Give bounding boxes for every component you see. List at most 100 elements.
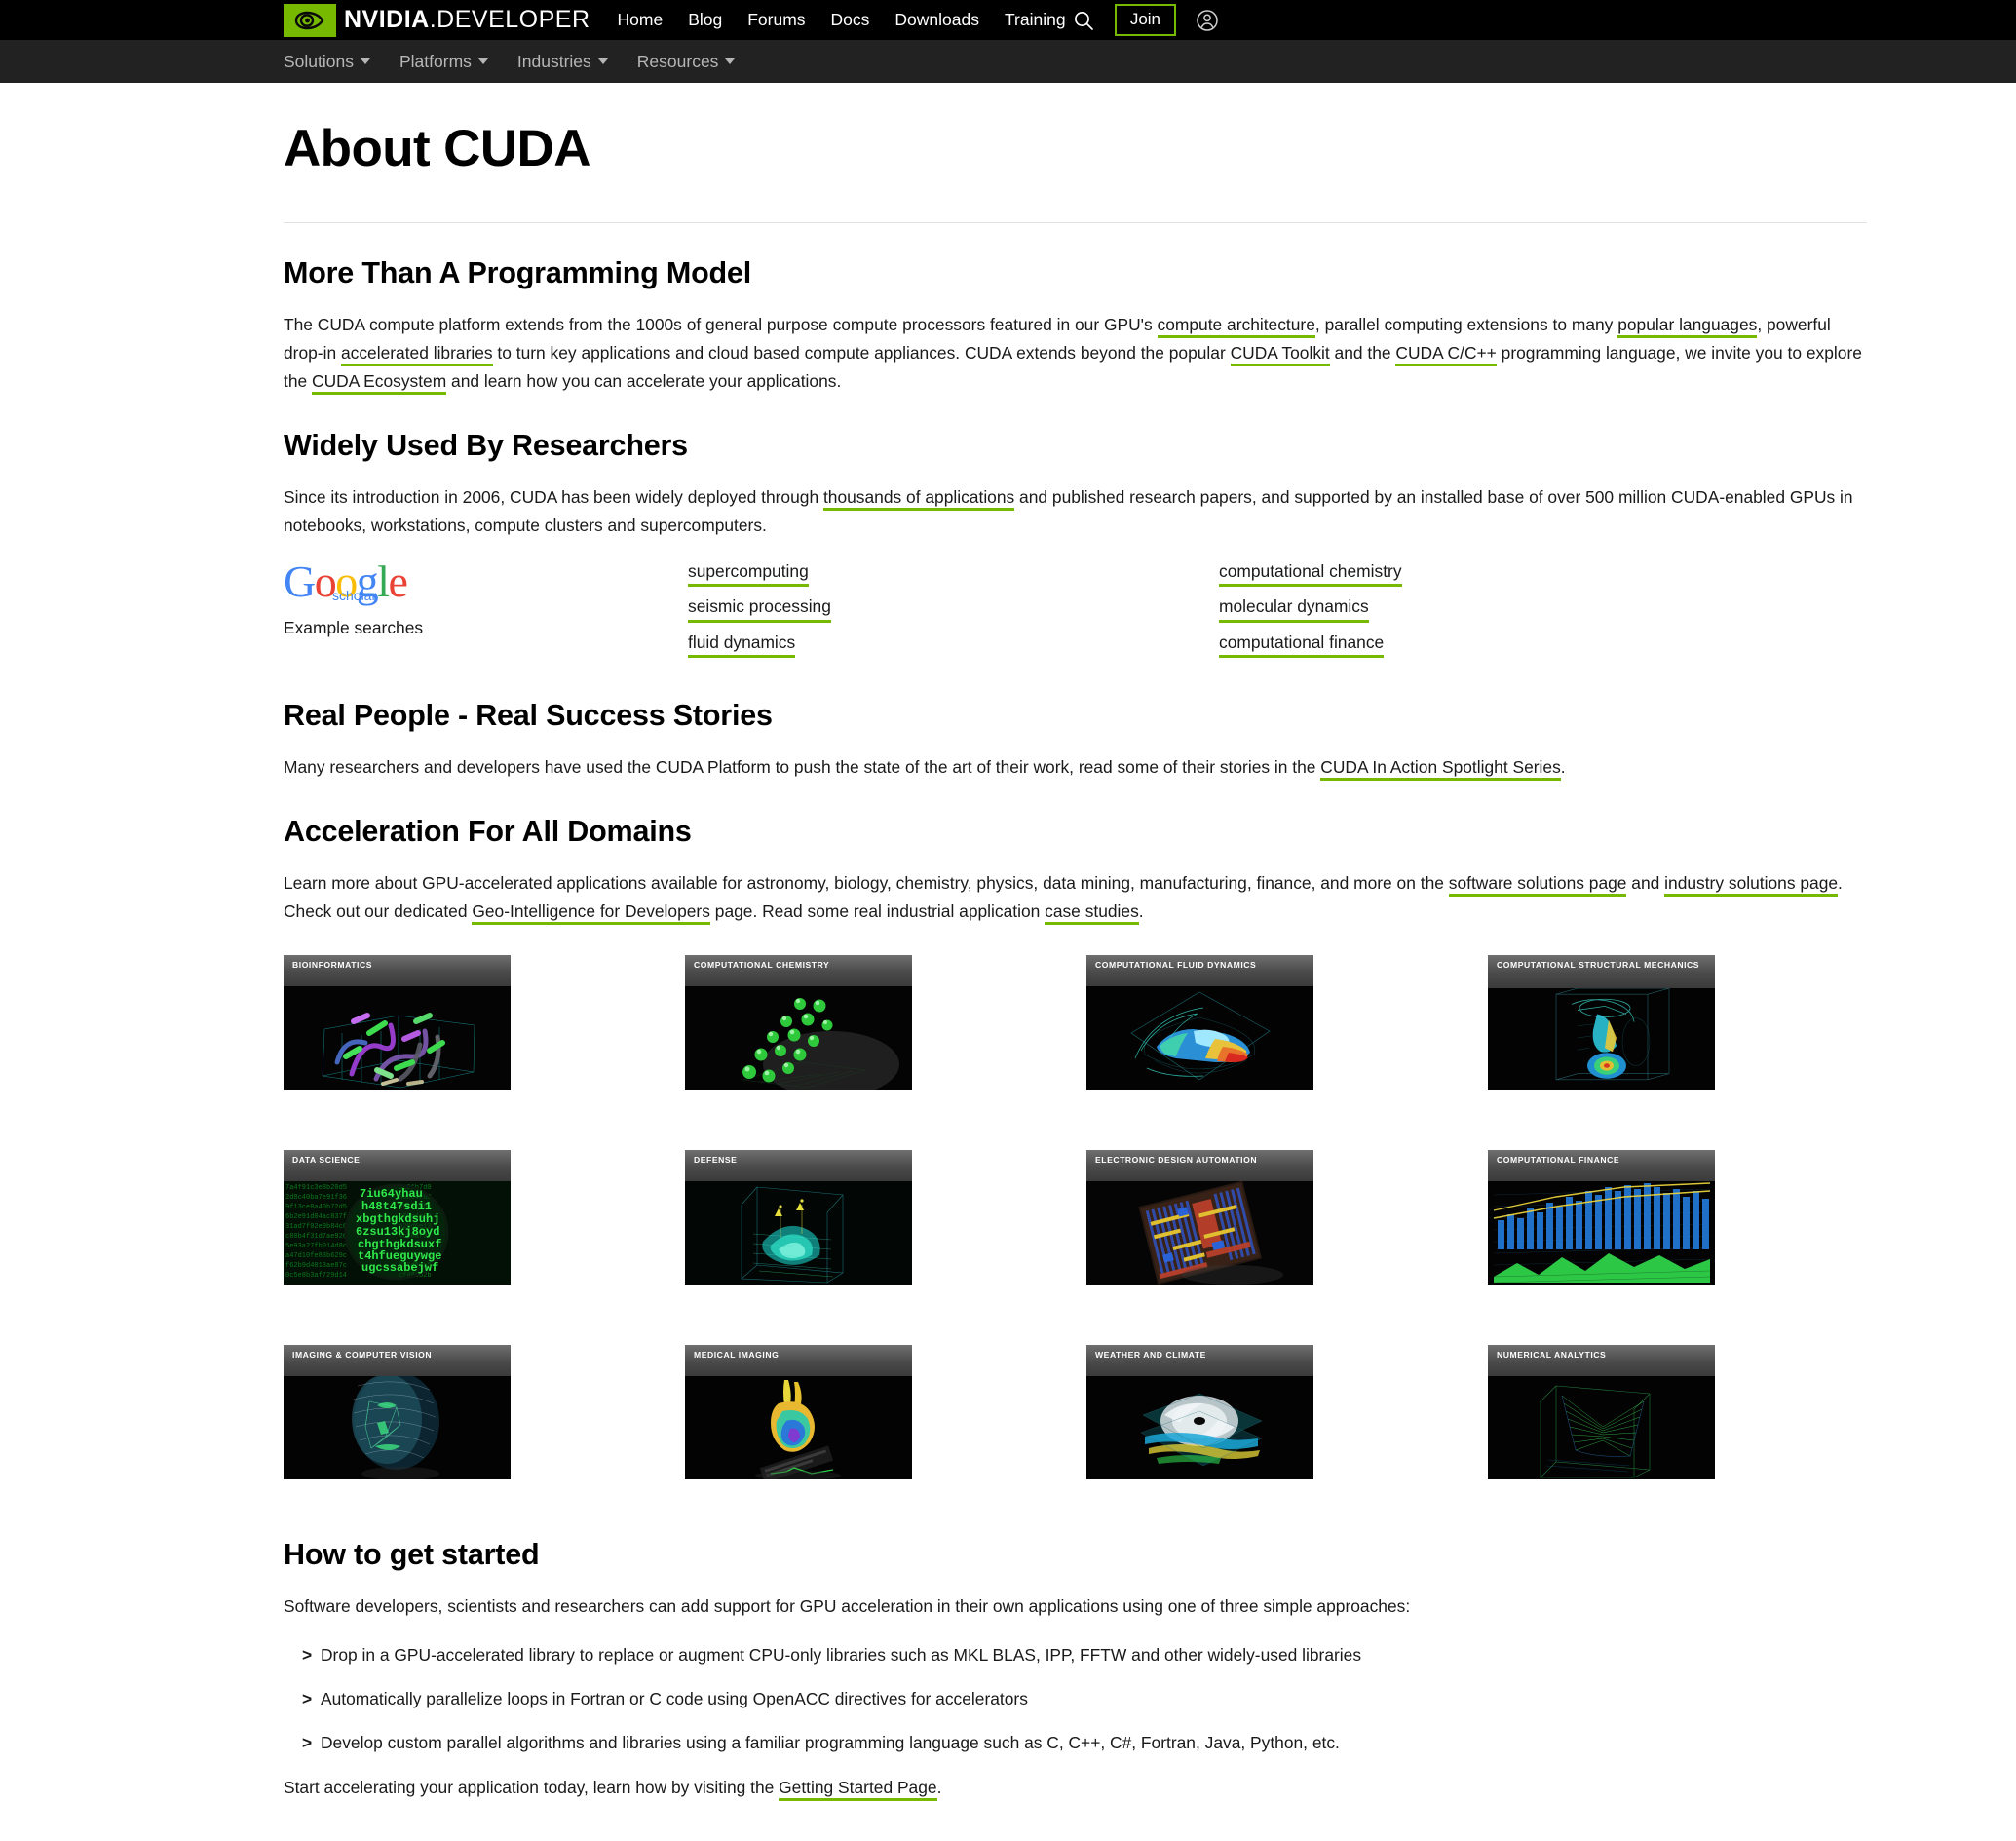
logo-letter-g: G (284, 556, 316, 607)
svg-text:f62b9d4013ae87c: f62b9d4013ae87c (285, 1262, 347, 1270)
tile-computational-chemistry[interactable]: COMPUTATIONAL CHEMISTRY (685, 955, 912, 1091)
text-fragment: to turn key applications and cloud based… (492, 342, 1231, 363)
nav-training[interactable]: Training (1005, 10, 1066, 30)
paragraph-get-started-intro: Software developers, scientists and rese… (284, 1596, 1411, 1617)
paragraph-get-started-closing: Start accelerating your application toda… (284, 1774, 1867, 1802)
tile-computational-fluid-dynamics[interactable]: COMPUTATIONAL FLUID DYNAMICS (1086, 955, 1313, 1091)
tile-weather-and-climate[interactable]: WEATHER AND CLIMATE (1086, 1345, 1313, 1480)
tile-caption: BIOINFORMATICS (284, 955, 511, 987)
search-icon[interactable] (1062, 0, 1105, 40)
link-cuda-ecosystem[interactable]: CUDA Ecosystem (312, 370, 447, 395)
example-searches-label: Example searches (284, 618, 424, 638)
subnav-industries[interactable]: Industries (517, 52, 608, 72)
text-fragment: Many researchers and developers have use… (284, 756, 1321, 777)
tile-artwork-protein (284, 986, 511, 1091)
svg-text:7a4f91c3e8b20d5: 7a4f91c3e8b20d5 (285, 1184, 347, 1192)
nav-forums[interactable]: Forums (747, 10, 805, 30)
logo-letter-l: l (377, 556, 390, 607)
link-cuda-toolkit[interactable]: CUDA Toolkit (1230, 342, 1330, 366)
text-fragment: . (936, 1778, 942, 1798)
nav-home[interactable]: Home (618, 10, 664, 30)
link-accelerated-libraries[interactable]: accelerated libraries (340, 342, 493, 366)
text-fragment: and learn how you can accelerate your ap… (446, 370, 842, 391)
tile-numerical-analytics[interactable]: NUMERICAL ANALYTICS (1488, 1345, 1715, 1480)
chevron-down-icon (477, 58, 488, 64)
tile-electronic-design-automation[interactable]: ELECTRONIC DESIGN AUTOMATION (1086, 1150, 1313, 1285)
subnav-resources-label: Resources (636, 51, 719, 71)
tile-caption: NUMERICAL ANALYTICS (1488, 1345, 1715, 1377)
tile-artwork-engine (1488, 986, 1715, 1091)
tile-defense[interactable]: DEFENSE (685, 1150, 912, 1285)
search-link-fluid-dynamics[interactable]: fluid dynamics (688, 631, 796, 658)
link-software-solutions-page[interactable]: software solutions page (1448, 873, 1627, 898)
secondary-nav: Solutions Platforms Industries Resources (284, 52, 736, 72)
link-thousands-of-applications[interactable]: thousands of applications (822, 487, 1015, 512)
text-fragment: and (1626, 873, 1665, 894)
link-industry-solutions-page[interactable]: industry solutions page (1664, 873, 1839, 898)
nav-blog[interactable]: Blog (688, 10, 722, 30)
title-divider (284, 221, 1867, 223)
search-link-seismic-processing[interactable]: seismic processing (688, 594, 831, 623)
example-searches-column-2: computational chemistry molecular dynami… (1219, 559, 1750, 666)
search-link-computational-chemistry[interactable]: computational chemistry (1219, 559, 1402, 588)
nav-docs[interactable]: Docs (831, 10, 870, 30)
tile-computational-structural-mechanics[interactable]: COMPUTATIONAL STRUCTURAL MECHANICS (1488, 955, 1715, 1091)
link-popular-languages[interactable]: popular languages (1617, 314, 1758, 338)
link-cuda-c-cpp[interactable]: CUDA C/C++ (1395, 342, 1497, 366)
text-fragment: Learn more about GPU-accelerated applica… (284, 873, 1449, 894)
nvidia-developer-logo[interactable]: NVIDIA.DEVELOPER (284, 3, 590, 37)
link-compute-architecture[interactable]: compute architecture (1157, 314, 1315, 338)
join-button[interactable]: Join (1114, 4, 1176, 36)
tile-data-science[interactable]: DATA SCIENCE 7a4f91c3e8b20d5 2d8c40ba7e91… (284, 1150, 511, 1285)
paragraph-success-stories: Many researchers and developers have use… (284, 753, 1867, 782)
section-heading-get-started: How to get started (284, 1538, 540, 1572)
chevron-down-icon (725, 58, 736, 64)
primary-nav: Home Blog Forums Docs Downloads Training (618, 10, 1066, 30)
subnav-solutions-label: Solutions (284, 51, 354, 71)
svg-text:9f13ce8a40b72d5: 9f13ce8a40b72d5 (285, 1204, 347, 1211)
svg-text:a47d10fe83b629c: a47d10fe83b629c (285, 1252, 347, 1260)
bottom-spacer (284, 1802, 1867, 1841)
svg-text:h48t47sdi1: h48t47sdi1 (361, 1200, 432, 1213)
section-heading-researchers: Widely Used By Researchers (284, 428, 688, 462)
search-link-supercomputing[interactable]: supercomputing (688, 559, 809, 588)
tile-artwork-face (284, 1376, 511, 1480)
link-getting-started-page[interactable]: Getting Started Page (779, 1778, 937, 1802)
account-icon[interactable] (1186, 0, 1229, 40)
chevron-down-icon (361, 58, 370, 64)
secondary-nav-bar: Solutions Platforms Industries Resources (0, 40, 2016, 83)
subnav-industries-label: Industries (516, 51, 591, 71)
section-heading-success-stories: Real People - Real Success Stories (284, 698, 773, 732)
tile-caption: MEDICAL IMAGING (685, 1345, 912, 1377)
brand-text: NVIDIA.DEVELOPER (344, 6, 590, 33)
subnav-platforms-label: Platforms (399, 51, 472, 71)
text-fragment: . (1560, 756, 1566, 777)
tile-medical-imaging[interactable]: MEDICAL IMAGING (685, 1345, 912, 1480)
svg-text:7iu64yhau: 7iu64yhau (360, 1187, 423, 1201)
search-link-molecular-dynamics[interactable]: molecular dynamics (1219, 594, 1369, 623)
tile-bioinformatics[interactable]: BIOINFORMATICS (284, 955, 511, 1091)
search-link-computational-finance[interactable]: computational finance (1219, 631, 1385, 658)
tile-artwork-matrix: 7a4f91c3e8b20d5 2d8c40ba7e91f36 9f13ce8a4… (284, 1181, 511, 1285)
tile-imaging-and-computer-vision[interactable]: IMAGING & COMPUTER VISION (284, 1345, 511, 1480)
header-actions: Join (1062, 0, 2016, 40)
text-fragment: , parallel computing extensions to many (1314, 314, 1618, 334)
subnav-platforms[interactable]: Platforms (399, 52, 488, 72)
subnav-resources[interactable]: Resources (637, 52, 736, 72)
tile-caption: COMPUTATIONAL CHEMISTRY (685, 955, 912, 987)
tile-caption: ELECTRONIC DESIGN AUTOMATION (1086, 1150, 1313, 1182)
main-content: About CUDA More Than A Programming Model… (284, 83, 1867, 1841)
link-geo-intelligence-for-developers[interactable]: Geo-Intelligence for Developers (472, 901, 710, 926)
tile-artwork-hurricane (1086, 1376, 1313, 1480)
logo-letter-e: e (388, 556, 408, 607)
list-item: Develop custom parallel algorithms and l… (284, 1730, 1867, 1757)
tile-artwork-heart (685, 1376, 912, 1480)
tile-artwork-terrain (685, 1181, 912, 1285)
nav-downloads[interactable]: Downloads (894, 10, 979, 30)
tile-caption: COMPUTATIONAL STRUCTURAL MECHANICS (1488, 955, 1715, 989)
section-heading-programming-model: More Than A Programming Model (284, 255, 751, 289)
tile-computational-finance[interactable]: COMPUTATIONAL FINANCE (1488, 1150, 1715, 1285)
link-case-studies[interactable]: case studies (1045, 901, 1139, 926)
subnav-solutions[interactable]: Solutions (284, 52, 370, 72)
link-cuda-in-action-spotlight-series[interactable]: CUDA In Action Spotlight Series (1320, 756, 1561, 781)
